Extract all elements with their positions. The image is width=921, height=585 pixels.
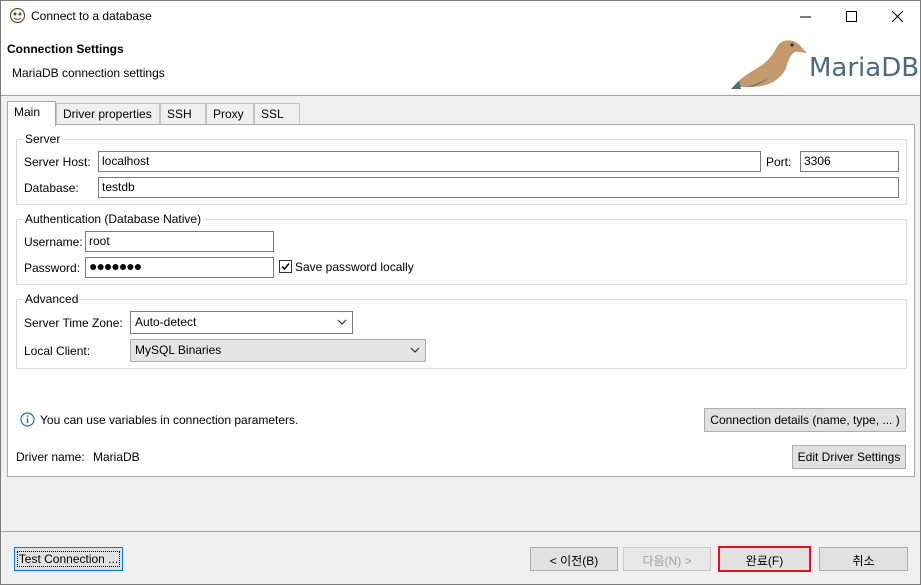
chevron-down-icon [337, 319, 347, 325]
dialog-header: Connection Settings MariaDB connection s… [1, 31, 920, 96]
port-input[interactable]: 3306 [800, 151, 899, 172]
server-host-label: Server Host: [24, 155, 91, 169]
dbeaver-app-icon [10, 8, 25, 23]
tab-proxy[interactable]: Proxy [206, 103, 254, 125]
timezone-select[interactable]: Auto-detect [130, 311, 353, 334]
minimize-button[interactable] [782, 1, 828, 31]
database-input[interactable]: testdb [98, 177, 899, 198]
auth-group-label: Authentication (Database Native) [23, 212, 204, 226]
minimize-icon [799, 16, 811, 17]
tab-main[interactable]: Main [7, 101, 56, 126]
variables-info-text: You can use variables in connection para… [40, 413, 299, 427]
header-title: Connection Settings [7, 42, 124, 56]
info-icon [20, 412, 35, 427]
dialog-window: Connect to a database Connection Setting… [0, 0, 921, 585]
server-host-input[interactable]: localhost [98, 151, 761, 172]
local-client-label: Local Client: [24, 344, 91, 358]
close-button[interactable] [874, 1, 920, 31]
chevron-down-icon [410, 347, 420, 353]
password-input[interactable]: ●●●●●●● [85, 257, 274, 278]
title-bar: Connect to a database [1, 1, 920, 31]
logo-text: MariaDB [809, 53, 920, 83]
next-button[interactable]: 다음(N) > [623, 547, 711, 571]
advanced-group-label: Advanced [23, 292, 81, 306]
driver-name-value: MariaDB [93, 450, 140, 464]
driver-name-label: Driver name: [16, 450, 85, 464]
port-label: Port: [766, 155, 792, 169]
window-title: Connect to a database [31, 9, 152, 23]
tab-ssh[interactable]: SSH [160, 103, 206, 125]
checkmark-icon [281, 263, 290, 271]
username-label: Username: [24, 235, 83, 249]
save-password-checkbox[interactable] [279, 260, 292, 273]
database-label: Database: [24, 181, 79, 195]
timezone-value: Auto-detect [135, 315, 197, 329]
back-button[interactable]: < 이전(B) [530, 547, 618, 571]
tab-driver-properties[interactable]: Driver properties [56, 103, 160, 125]
save-password-label[interactable]: Save password locally [295, 260, 414, 274]
local-client-value: MySQL Binaries [135, 343, 222, 357]
timezone-label: Server Time Zone: [24, 316, 123, 330]
test-connection-button[interactable]: Test Connection ... [14, 547, 123, 571]
connection-details-button[interactable]: Connection details (name, type, ... ) [704, 408, 906, 432]
footer-separator [1, 531, 920, 532]
edit-driver-settings-button[interactable]: Edit Driver Settings [792, 445, 906, 469]
username-input[interactable]: root [85, 231, 274, 252]
password-label: Password: [24, 261, 81, 275]
finish-button[interactable]: 완료(F) [718, 546, 811, 572]
maximize-icon [845, 10, 857, 22]
main-tab-panel: Server Server Host: localhost Port: 3306… [7, 124, 915, 477]
test-connection-label: Test Connection ... [16, 551, 121, 567]
maximize-button[interactable] [828, 1, 874, 31]
cancel-button[interactable]: 취소 [819, 547, 908, 571]
local-client-select[interactable]: MySQL Binaries [130, 339, 426, 362]
close-icon [891, 10, 903, 22]
mariadb-logo: MariaDB [729, 33, 919, 93]
server-group-label: Server [23, 132, 63, 146]
seal-icon [731, 40, 807, 89]
tab-ssl[interactable]: SSL [254, 103, 300, 125]
header-subtitle: MariaDB connection settings [12, 66, 165, 80]
